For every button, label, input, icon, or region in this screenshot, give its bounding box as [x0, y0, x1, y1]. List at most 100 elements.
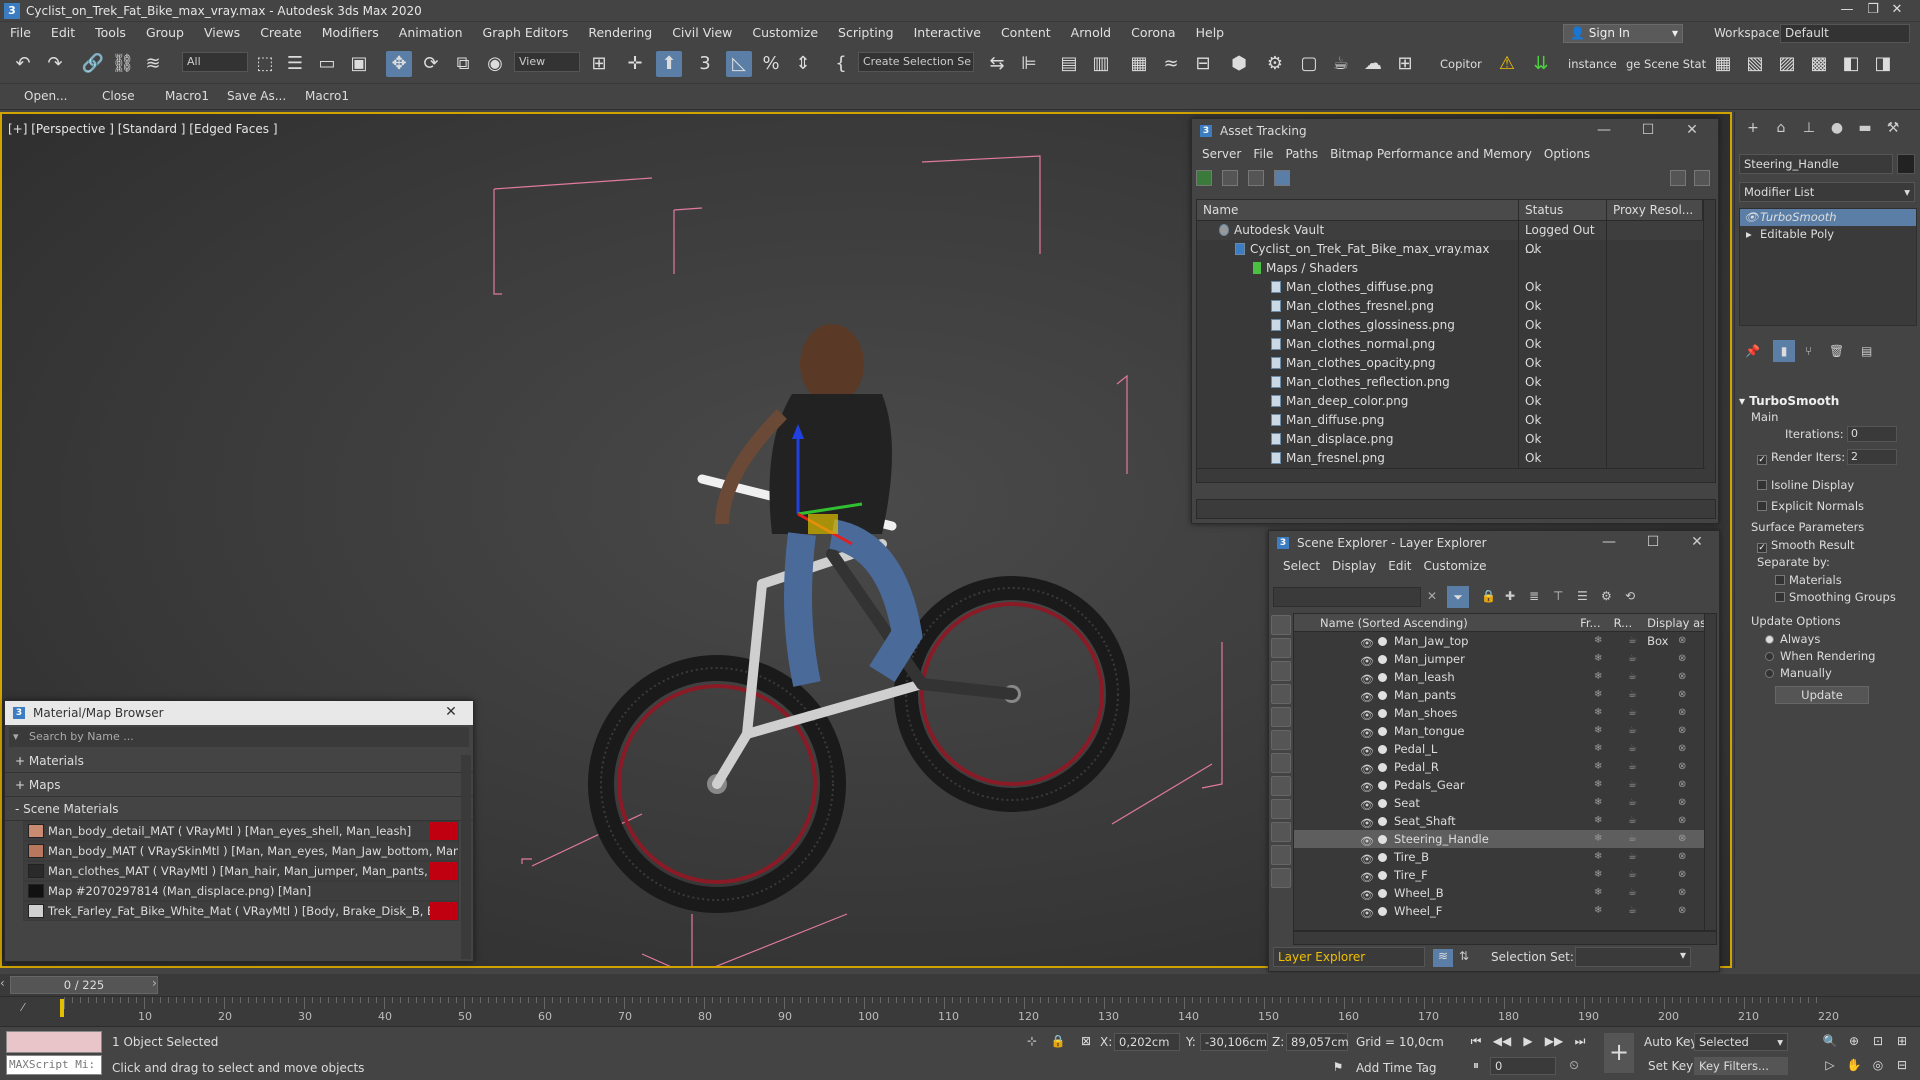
reference-coord-dropdown[interactable]: View — [514, 52, 580, 72]
display-as-box-icon[interactable]: ⊗ — [1678, 830, 1686, 848]
table-row[interactable]: 👁 Man_leash ❄ ☕ ⊗ — [1294, 668, 1716, 686]
material-browser-titlebar[interactable]: 3 Material/Map Browser ✕ — [5, 701, 473, 725]
double-chevron-down-icon[interactable]: ⇊ — [1528, 51, 1554, 77]
freeze-dot-icon[interactable] — [1378, 853, 1387, 862]
add-time-tag-button[interactable]: Add Time Tag — [1356, 1061, 1437, 1075]
copitor-button[interactable]: Copitor — [1440, 57, 1482, 71]
table-row[interactable]: Man_clothes_fresnel.png Ok — [1197, 297, 1715, 316]
instance-button[interactable]: instance — [1568, 57, 1617, 71]
smooth-result-checkbox[interactable]: ✓ Smooth Result — [1757, 538, 1855, 553]
renderable-icon[interactable]: ☕ — [1628, 686, 1637, 704]
when-rendering-radio[interactable]: When Rendering — [1765, 649, 1875, 663]
maximize-button[interactable]: ☐ — [1626, 119, 1670, 143]
key-filters-button[interactable]: Key Filters... — [1694, 1057, 1788, 1075]
select-rotate-icon[interactable]: ⟳ — [418, 51, 444, 77]
horizontal-scrollbar[interactable] — [1293, 931, 1717, 945]
column-renderable[interactable]: R... — [1614, 614, 1648, 631]
snaps-toggle-icon[interactable]: 3 — [692, 51, 718, 77]
x-coordinate-field[interactable]: 0,202cm — [1114, 1033, 1180, 1051]
material-search-input[interactable]: ▾ Search by Name ... — [9, 727, 469, 747]
sort-icon[interactable]: ⇅ — [1459, 949, 1469, 963]
display-as-box-icon[interactable]: ⊗ — [1678, 776, 1686, 794]
render-setup-icon[interactable]: ⚙ — [1262, 51, 1288, 77]
display-lights-icon[interactable] — [1271, 684, 1291, 704]
layout4-icon[interactable]: ▩ — [1806, 51, 1832, 77]
layout5-icon[interactable]: ◧ — [1838, 51, 1864, 77]
display-as-box-icon[interactable]: ⊗ — [1678, 632, 1686, 650]
unlink-icon[interactable]: ⛓ — [110, 51, 136, 77]
select-move-icon[interactable]: ✥ — [386, 51, 412, 77]
z-coordinate-field[interactable]: 89,057cm — [1286, 1033, 1349, 1051]
table-row[interactable]: 👁 Pedal_L ❄ ☕ ⊗ — [1294, 740, 1716, 758]
menu-animation[interactable]: Animation — [389, 22, 473, 44]
vertical-scrollbar[interactable] — [1703, 200, 1715, 482]
freeze-dot-icon[interactable] — [1378, 637, 1387, 646]
create-selection-set-dropdown[interactable]: Create Selection Se — [858, 52, 974, 72]
renderable-icon[interactable]: ☕ — [1628, 740, 1637, 758]
table-row[interactable]: 👁 Man_shoes ❄ ☕ ⊗ — [1294, 704, 1716, 722]
minimize-button[interactable]: — — [1582, 119, 1626, 143]
iterations-spinner[interactable]: 0 — [1847, 426, 1897, 442]
display-spacewarps-icon[interactable] — [1271, 753, 1291, 773]
menu-scripting[interactable]: Scripting — [828, 22, 904, 44]
frozen-icon[interactable]: ❄ — [1594, 632, 1602, 650]
time-tag-icon[interactable]: ⚑ — [1328, 1057, 1348, 1077]
freeze-dot-icon[interactable] — [1378, 763, 1387, 772]
frozen-icon[interactable]: ❄ — [1594, 848, 1602, 866]
edit-named-selection-icon[interactable]: { — [828, 51, 854, 77]
sync-icon[interactable]: ⟲ — [1625, 589, 1635, 603]
menu-group[interactable]: Group — [136, 22, 194, 44]
table-row[interactable]: 👁 Man_pants ❄ ☕ ⊗ — [1294, 686, 1716, 704]
table-row[interactable]: Man_clothes_opacity.png Ok — [1197, 354, 1715, 373]
modifier-list-dropdown[interactable]: Modifier List ▾ — [1739, 182, 1915, 202]
layout-icon[interactable]: ▦ — [1710, 51, 1736, 77]
freeze-dot-icon[interactable] — [1378, 907, 1387, 916]
expand-icon[interactable]: ▸ — [1746, 226, 1752, 243]
display-as-box-icon[interactable]: ⊗ — [1678, 740, 1686, 758]
placement-icon[interactable]: ◉ — [482, 51, 508, 77]
show-end-result-icon[interactable]: ▮ — [1773, 340, 1795, 362]
scene-explorer-titlebar[interactable]: 3 Scene Explorer - Layer Explorer — ☐ ✕ — [1269, 531, 1719, 555]
explorer-mode-dropdown[interactable]: Layer Explorer — [1273, 947, 1425, 967]
help-icon[interactable] — [1670, 170, 1686, 186]
render-icon[interactable]: ☕ — [1328, 51, 1354, 77]
renderable-icon[interactable]: ☕ — [1628, 704, 1637, 722]
list-item[interactable]: Man_body_MAT ( VRaySkinMtl ) [Man, Man_e… — [23, 841, 459, 861]
pan-icon[interactable]: ✋ — [1844, 1055, 1864, 1075]
table-row[interactable]: Man_deep_color.png Ok — [1197, 392, 1715, 411]
close-button[interactable]: ✕ — [1874, 0, 1920, 22]
menu-server[interactable]: Server — [1196, 147, 1247, 161]
frozen-icon[interactable]: ❄ — [1594, 776, 1602, 794]
column-name[interactable]: Name (Sorted Ascending) — [1294, 614, 1580, 631]
display-none-icon[interactable] — [1271, 615, 1291, 635]
minimize-button[interactable]: — — [1587, 531, 1631, 555]
freeze-dot-icon[interactable] — [1378, 709, 1387, 718]
grid-icon[interactable]: ⊞ — [1392, 51, 1418, 77]
close-button[interactable]: ✕ — [1670, 119, 1714, 143]
table-row[interactable]: 👁 Man_Jaw_top ❄ ☕ ⊗ — [1294, 632, 1716, 650]
macro1-button[interactable]: Macro1 — [165, 89, 209, 103]
menu-customize[interactable]: Customize — [742, 22, 828, 44]
frozen-icon[interactable]: ❄ — [1594, 830, 1602, 848]
column-proxy[interactable]: Proxy Resol... — [1607, 200, 1703, 220]
menu-rendering[interactable]: Rendering — [578, 22, 662, 44]
table-row[interactable]: 👁 Tire_F ❄ ☕ ⊗ — [1294, 866, 1716, 884]
keyboard-shortcut-override-icon[interactable]: ⬆ — [656, 51, 682, 77]
display-as-box-icon[interactable]: ⊗ — [1678, 866, 1686, 884]
hierarchy-tab-icon[interactable]: ⊥ — [1797, 116, 1821, 140]
renderable-icon[interactable]: ☕ — [1628, 794, 1637, 812]
display-as-box-icon[interactable]: ⊗ — [1678, 650, 1686, 668]
macro1-button-2[interactable]: Macro1 — [305, 89, 349, 103]
column-name[interactable]: Name — [1197, 200, 1519, 220]
menu-help[interactable]: Help — [1186, 22, 1235, 44]
table-row[interactable]: 👁 Wheel_F ❄ ☕ ⊗ — [1294, 902, 1716, 920]
next-frame-icon[interactable]: › — [152, 976, 157, 990]
selection-filter-dropdown[interactable]: All — [182, 52, 248, 72]
display-helpers-icon[interactable] — [1271, 730, 1291, 750]
auto-key-button[interactable]: Auto Key — [1644, 1035, 1697, 1049]
scene-explorer-icon[interactable]: ▤ — [1056, 51, 1082, 77]
table-row[interactable]: 👁 Seat_Shaft ❄ ☕ ⊗ — [1294, 812, 1716, 830]
frozen-icon[interactable]: ❄ — [1594, 902, 1602, 920]
table-row[interactable]: Man_displace.png Ok — [1197, 430, 1715, 449]
modifier-turbosmooth[interactable]: 👁 TurboSmooth — [1740, 209, 1916, 226]
